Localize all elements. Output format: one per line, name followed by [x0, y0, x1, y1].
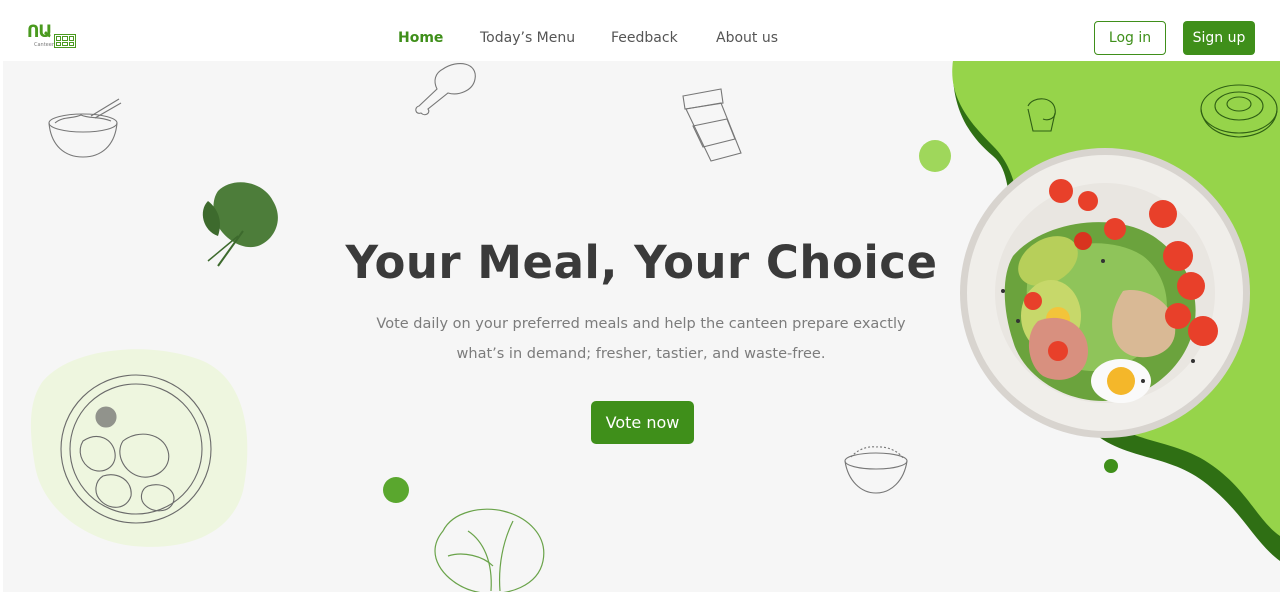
nav-link-todays-menu[interactable]: Today’s Menu — [480, 28, 575, 48]
vote-now-button[interactable]: Vote now — [591, 401, 694, 444]
accent-dot-bottom — [383, 477, 409, 503]
hero-section: Your Meal, Your Choice Vote daily on you… — [3, 61, 1280, 592]
accent-dot-top — [919, 140, 951, 172]
left-light-blob — [30, 349, 248, 547]
accent-dot-small — [1104, 459, 1118, 473]
rice-bowl-icon — [844, 446, 908, 494]
top-navbar: ՈԱ Canteen Home Today’s Menu Feedback Ab… — [0, 0, 1280, 61]
coffee-cup-icon — [682, 88, 742, 162]
salad-plate-icon — [960, 148, 1250, 438]
hero-description: Vote daily on your preferred meals and h… — [376, 316, 906, 362]
chicken-leg-icon — [415, 63, 476, 116]
signup-button[interactable]: Sign up — [1183, 21, 1255, 55]
main-nav: Home Today’s Menu Feedback About us — [0, 28, 1280, 48]
login-button[interactable]: Log in — [1094, 21, 1166, 55]
nav-link-home[interactable]: Home — [398, 28, 443, 48]
nav-link-about-us[interactable]: About us — [716, 28, 778, 48]
noodle-bowl-icon — [48, 98, 122, 158]
cabbage-icon — [434, 508, 545, 592]
nav-link-feedback[interactable]: Feedback — [611, 28, 678, 48]
hero-title: Your Meal, Your Choice — [345, 236, 938, 289]
